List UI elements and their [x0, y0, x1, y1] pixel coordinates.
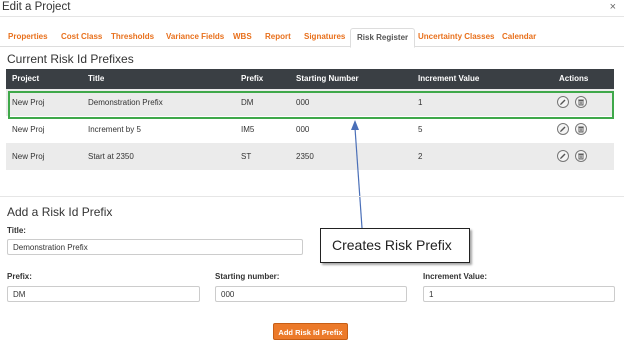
- tab-signatures[interactable]: Signatures: [304, 32, 345, 41]
- cell-project: New Proj: [12, 152, 45, 161]
- increment-value-label: Increment Value:: [423, 272, 488, 281]
- add-risk-id-prefix-button[interactable]: Add Risk Id Prefix: [273, 323, 348, 340]
- edit-icon[interactable]: [557, 123, 569, 135]
- cell-title: Demonstration Prefix: [88, 98, 163, 107]
- cell-prefix: IM5: [241, 125, 255, 134]
- delete-icon[interactable]: [575, 123, 587, 135]
- title-label: Title:: [7, 226, 26, 235]
- tab-thresholds[interactable]: Thresholds: [111, 32, 154, 41]
- tab-wbs[interactable]: WBS: [233, 32, 252, 41]
- tab-properties[interactable]: Properties: [8, 32, 48, 41]
- tab-calendar[interactable]: Calendar: [502, 32, 536, 41]
- table-row: New Proj Start at 2350 ST 2350 2: [6, 143, 614, 170]
- cell-project: New Proj: [12, 125, 45, 134]
- edit-icon[interactable]: [557, 96, 569, 108]
- cell-increment-value: 5: [418, 125, 423, 134]
- prefix-table: Project Title Prefix Starting Number Inc…: [6, 69, 614, 170]
- tab-variance-fields[interactable]: Variance Fields: [166, 32, 224, 41]
- table-row: New Proj Increment by 5 IM5 000 5: [6, 116, 614, 143]
- cell-project: New Proj: [12, 98, 45, 107]
- delete-icon[interactable]: [575, 96, 587, 108]
- cell-prefix: DM: [241, 98, 254, 107]
- column-header-starting-number: Starting Number: [296, 74, 359, 83]
- table-header: Project Title Prefix Starting Number Inc…: [6, 69, 614, 89]
- cell-title: Increment by 5: [88, 125, 141, 134]
- tab-bar: Properties Cost Class Thresholds Varianc…: [0, 28, 624, 48]
- table-row: New Proj Demonstration Prefix DM 000 1: [6, 89, 614, 116]
- annotation-callout: Creates Risk Prefix: [320, 228, 470, 263]
- dialog-titlebar: Edit a Project ×: [0, 0, 624, 17]
- column-header-title: Title: [88, 74, 105, 83]
- cell-starting-number: 000: [296, 125, 310, 134]
- delete-icon[interactable]: [575, 150, 587, 162]
- cell-starting-number: 000: [296, 98, 310, 107]
- cell-increment-value: 2: [418, 152, 423, 161]
- tab-risk-register[interactable]: Risk Register: [350, 28, 416, 48]
- cell-increment-value: 1: [418, 98, 423, 107]
- column-header-actions: Actions: [559, 74, 589, 83]
- tab-cost-class[interactable]: Cost Class: [61, 32, 102, 41]
- column-header-increment-value: Increment Value: [418, 74, 480, 83]
- column-header-prefix: Prefix: [241, 74, 264, 83]
- dialog-title: Edit a Project: [2, 1, 71, 13]
- annotation-arrow: [351, 120, 363, 229]
- title-input[interactable]: Demonstration Prefix: [7, 239, 303, 255]
- section-divider: [0, 196, 624, 197]
- edit-icon[interactable]: [557, 150, 569, 162]
- cell-starting-number: 2350: [296, 152, 314, 161]
- add-prefix-heading: Add a Risk Id Prefix: [7, 205, 113, 219]
- tab-report[interactable]: Report: [265, 32, 291, 41]
- prefix-input[interactable]: DM: [7, 286, 200, 302]
- cell-prefix: ST: [241, 152, 252, 161]
- starting-number-label: Starting number:: [215, 272, 280, 281]
- tab-uncertainty-classes[interactable]: Uncertainty Classes: [418, 32, 494, 41]
- column-header-project: Project: [12, 74, 40, 83]
- close-icon[interactable]: ×: [610, 1, 616, 13]
- increment-value-input[interactable]: 1: [423, 286, 615, 302]
- prefix-label: Prefix:: [7, 272, 32, 281]
- current-prefixes-heading: Current Risk Id Prefixes: [7, 52, 134, 66]
- starting-number-input[interactable]: 000: [215, 286, 407, 302]
- cell-title: Start at 2350: [88, 152, 134, 161]
